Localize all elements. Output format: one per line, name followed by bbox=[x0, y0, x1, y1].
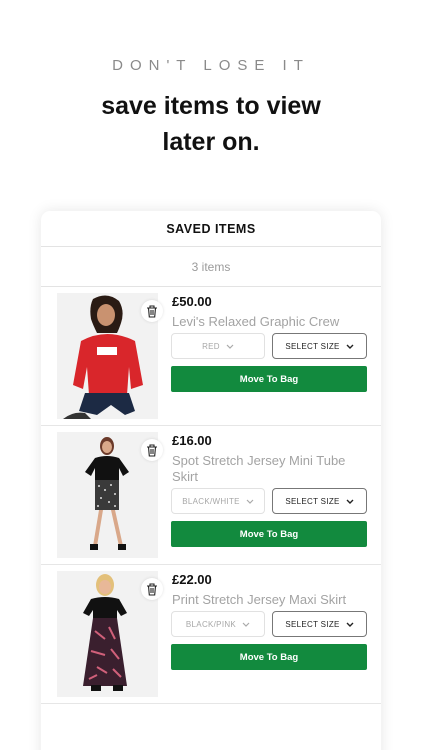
size-value: SELECT SIZE bbox=[285, 496, 340, 506]
color-value: BLACK/WHITE bbox=[182, 496, 240, 506]
headline-line-1: save items to view bbox=[101, 92, 321, 120]
color-select[interactable]: BLACK/PINK bbox=[171, 611, 265, 637]
move-to-bag-button[interactable]: Move To Bag bbox=[171, 644, 367, 670]
saved-items-card: SAVED ITEMS 3 items £50.00 Levi's Relaxe… bbox=[41, 211, 381, 750]
chevron-down-icon bbox=[242, 620, 250, 629]
card-title: SAVED ITEMS bbox=[41, 211, 381, 247]
chevron-down-icon bbox=[346, 342, 354, 351]
move-to-bag-button[interactable]: Move To Bag bbox=[171, 366, 367, 392]
size-select[interactable]: SELECT SIZE bbox=[272, 611, 367, 637]
item-name[interactable]: Levi's Relaxed Graphic Crew bbox=[172, 314, 362, 330]
trash-icon[interactable] bbox=[141, 578, 163, 600]
chevron-down-icon bbox=[246, 497, 254, 506]
eyebrow-text: DON'T LOSE IT bbox=[112, 57, 310, 74]
trash-icon[interactable] bbox=[141, 439, 163, 461]
saved-item: £16.00 Spot Stretch Jersey Mini Tube Ski… bbox=[41, 426, 381, 565]
color-value: RED bbox=[202, 341, 220, 351]
size-select[interactable]: SELECT SIZE bbox=[272, 333, 367, 359]
trash-icon[interactable] bbox=[141, 300, 163, 322]
headline-line-2: later on. bbox=[162, 128, 260, 156]
item-name[interactable]: Print Stretch Jersey Maxi Skirt bbox=[172, 592, 362, 608]
size-value: SELECT SIZE bbox=[285, 619, 340, 629]
chevron-down-icon bbox=[226, 342, 234, 351]
color-select[interactable]: RED bbox=[171, 333, 265, 359]
headline: save items to view later on. bbox=[0, 88, 422, 160]
items-count: 3 items bbox=[41, 247, 381, 287]
size-value: SELECT SIZE bbox=[285, 341, 340, 351]
item-price: £50.00 bbox=[172, 294, 212, 309]
saved-item: £50.00 Levi's Relaxed Graphic Crew RED S… bbox=[41, 287, 381, 426]
color-value: BLACK/PINK bbox=[185, 619, 237, 629]
saved-item: £22.00 Print Stretch Jersey Maxi Skirt B… bbox=[41, 565, 381, 704]
color-select[interactable]: BLACK/WHITE bbox=[171, 488, 265, 514]
chevron-down-icon bbox=[346, 497, 354, 506]
size-select[interactable]: SELECT SIZE bbox=[272, 488, 367, 514]
item-price: £22.00 bbox=[172, 572, 212, 587]
item-name[interactable]: Spot Stretch Jersey Mini Tube Skirt bbox=[172, 453, 362, 485]
move-to-bag-button[interactable]: Move To Bag bbox=[171, 521, 367, 547]
item-price: £16.00 bbox=[172, 433, 212, 448]
chevron-down-icon bbox=[346, 620, 354, 629]
